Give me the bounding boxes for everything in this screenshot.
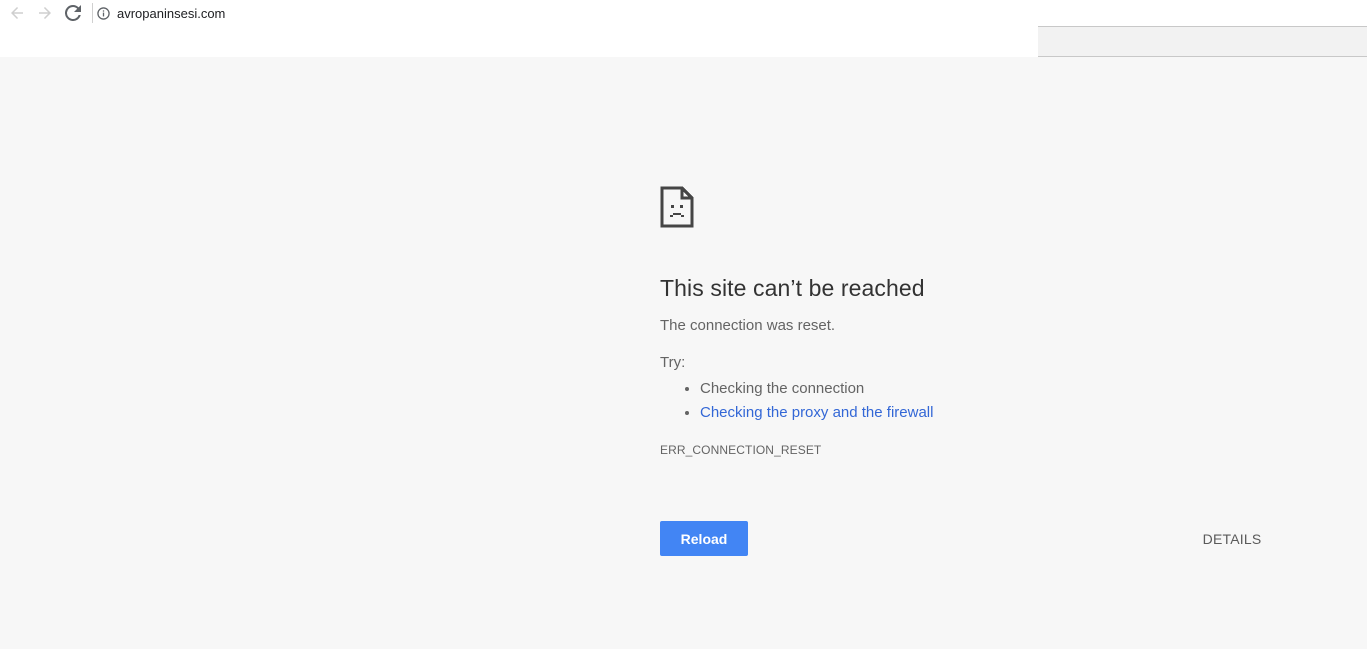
browser-toolbar: avropaninsesi.com: [0, 0, 1367, 26]
details-button[interactable]: DETAILS: [1196, 521, 1268, 556]
error-code: ERR_CONNECTION_RESET: [660, 442, 822, 457]
info-icon[interactable]: [96, 6, 110, 20]
proxy-firewall-link[interactable]: Checking the proxy and the firewall: [700, 404, 933, 421]
suggestion-item-connection: Checking the connection: [700, 377, 1260, 401]
reload-browser-button[interactable]: [62, 2, 84, 24]
forward-button[interactable]: [34, 2, 56, 24]
reload-icon: [65, 5, 81, 21]
error-title: This site can’t be reached: [660, 275, 925, 301]
arrow-left-icon: [11, 7, 23, 19]
arrow-right-icon: [39, 7, 51, 19]
suggestion-list: Checking the connection Checking the pro…: [660, 377, 1260, 425]
back-button[interactable]: [6, 2, 28, 24]
suggestion-item-proxy-firewall[interactable]: Checking the proxy and the firewall: [700, 401, 1260, 425]
address-bar[interactable]: avropaninsesi.com: [96, 2, 225, 24]
url-text[interactable]: avropaninsesi.com: [117, 6, 225, 21]
browser-chrome: avropaninsesi.com: [0, 0, 1367, 57]
error-description: The connection was reset.: [660, 316, 836, 334]
toolbar-extension-strip: [1038, 26, 1367, 57]
bookmark-bar: [0, 26, 1043, 57]
reload-button[interactable]: Reload: [660, 521, 748, 556]
omnibox-divider: [92, 3, 93, 23]
try-label: Try:: [660, 353, 686, 371]
error-container: This site can’t be reached The connectio…: [660, 186, 1260, 457]
sad-page-icon: [660, 186, 694, 228]
suggestion-text: Checking the connection: [700, 379, 865, 397]
